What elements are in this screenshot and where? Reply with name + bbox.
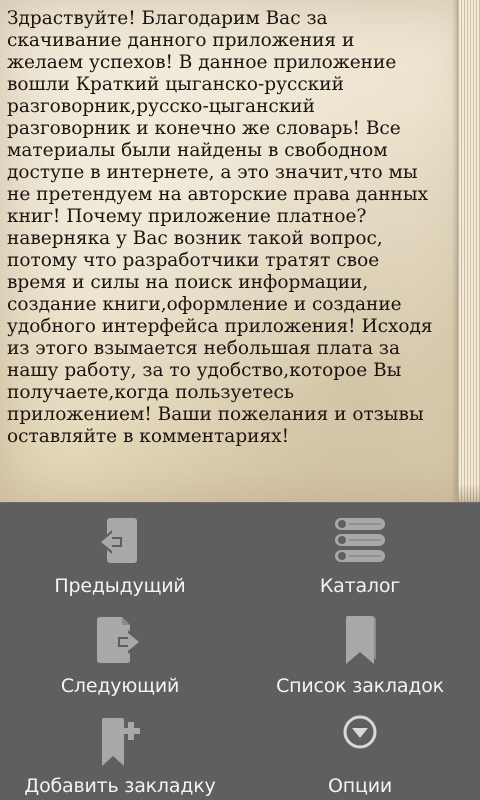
- previous-button[interactable]: Предыдущий: [0, 503, 240, 603]
- add-bookmark-button[interactable]: Добавить закладку: [0, 703, 240, 800]
- book-page-edges: [457, 0, 480, 502]
- options-chevron-icon: [330, 711, 390, 769]
- next-label: Следующий: [60, 675, 180, 697]
- previous-label: Предыдущий: [54, 575, 186, 597]
- next-page-icon: [90, 611, 150, 669]
- book-text: Здраствуйте! Благодарим Вас за скачивани…: [7, 8, 433, 447]
- bookmark-list-label: Список закладок: [276, 675, 444, 697]
- book-page[interactable]: Здраствуйте! Благодарим Вас за скачивани…: [0, 0, 480, 502]
- bookmark-list-icon: [330, 611, 390, 669]
- options-label: Опции: [327, 775, 392, 797]
- add-bookmark-icon: [90, 711, 150, 769]
- options-menu: Предыдущий Каталог Следующий Список закл…: [0, 502, 480, 800]
- bookmark-list-button[interactable]: Список закладок: [240, 603, 480, 703]
- next-button[interactable]: Следующий: [0, 603, 240, 703]
- catalog-list-icon: [330, 511, 390, 569]
- previous-page-icon: [90, 511, 150, 569]
- options-button[interactable]: Опции: [240, 703, 480, 800]
- catalog-label: Каталог: [319, 575, 401, 597]
- catalog-button[interactable]: Каталог: [240, 503, 480, 603]
- add-bookmark-label: Добавить закладку: [24, 775, 216, 797]
- reader-screen: Здраствуйте! Благодарим Вас за скачивани…: [0, 0, 480, 800]
